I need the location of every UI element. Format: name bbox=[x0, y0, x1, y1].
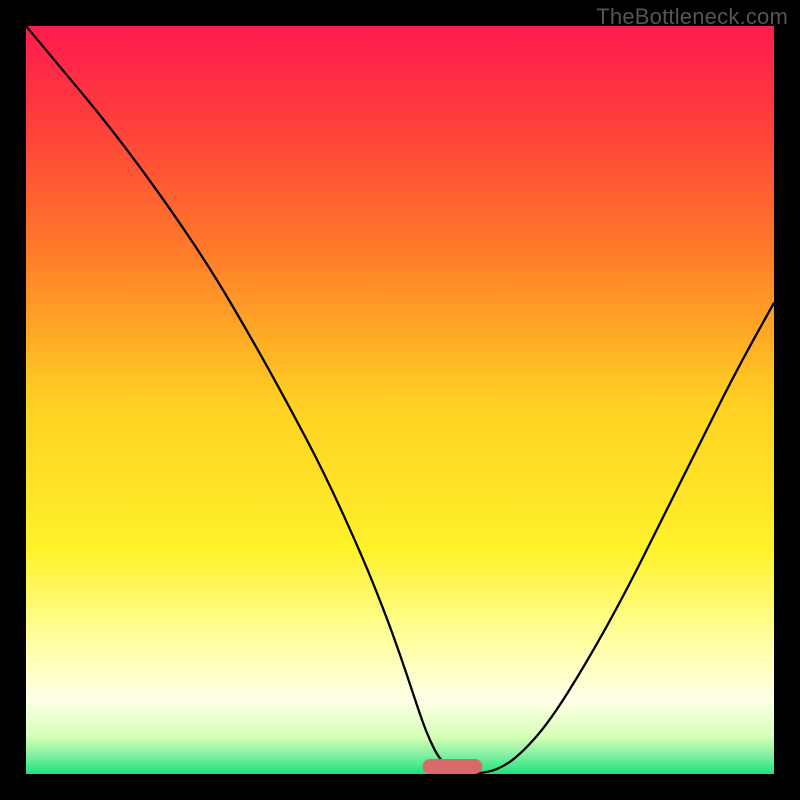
plot-area bbox=[26, 26, 774, 774]
watermark-label: TheBottleneck.com bbox=[596, 4, 788, 30]
gradient-background bbox=[26, 26, 774, 774]
target-range-marker bbox=[422, 759, 482, 774]
bottleneck-chart bbox=[26, 26, 774, 774]
chart-frame: TheBottleneck.com bbox=[0, 0, 800, 800]
